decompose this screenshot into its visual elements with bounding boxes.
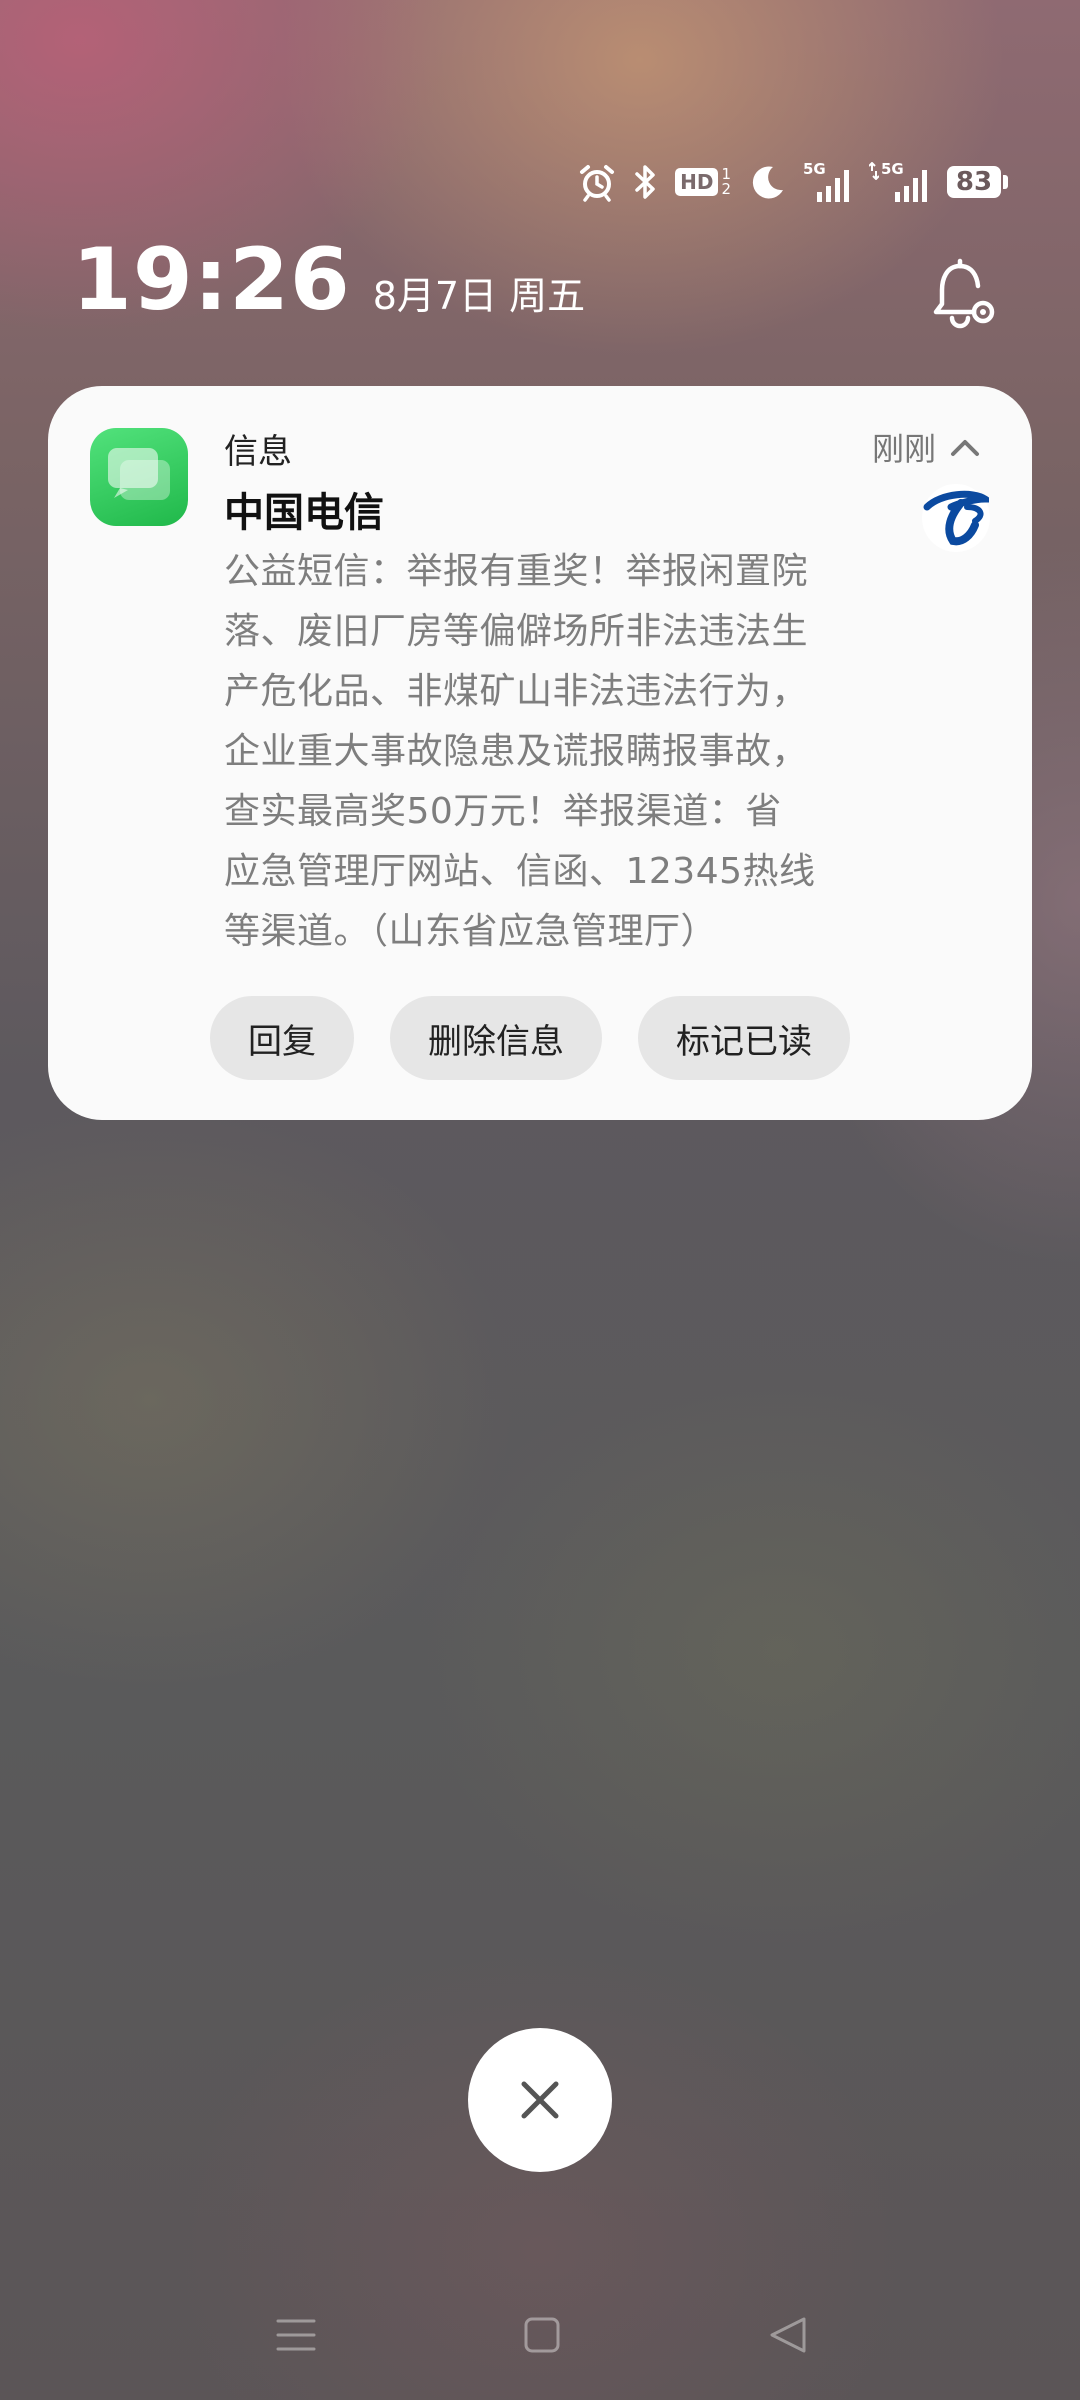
clock-date: 8月7日 周五 [372, 274, 586, 318]
sender-name: 中国电信 [224, 490, 384, 536]
message-line: 等渠道。（山东省应急管理厅） [224, 911, 718, 952]
bell-settings-icon [933, 258, 995, 329]
message-line: 应急管理厅网站、信函、12345热线 [224, 851, 816, 892]
home-button[interactable] [512, 2308, 572, 2362]
menu-lines-icon [276, 2319, 316, 2351]
message-line: 公益短信：举报有重奖！举报闲置院 [224, 551, 809, 592]
notification-settings-button[interactable] [928, 258, 998, 334]
home-square-icon [524, 2317, 560, 2353]
notification-actions: 回复 删除信息 标记已读 [210, 996, 850, 1080]
hd-voice-icon: HD 1 2 [675, 167, 731, 197]
china-telecom-logo-icon [922, 484, 990, 552]
app-name: 信息 [224, 432, 292, 472]
back-button[interactable] [758, 2308, 818, 2362]
signal-5g-icon: 5G [869, 160, 931, 202]
back-triangle-icon [770, 2317, 806, 2353]
lockscreen-clock: 19:26 8月7日 周五 [72, 230, 585, 330]
message-line: 产危化品、非煤矿山非法违法行为， [224, 671, 809, 712]
reply-button[interactable]: 回复 [210, 996, 354, 1080]
delete-message-button[interactable]: 删除信息 [390, 996, 602, 1080]
battery-icon: 83 [947, 166, 1008, 198]
do-not-disturb-moon-icon [747, 162, 787, 202]
clock-time: 19:26 [72, 230, 351, 330]
chevron-up-icon[interactable] [950, 437, 980, 457]
data-arrows-icon [869, 162, 879, 180]
close-icon [521, 2081, 559, 2119]
recent-apps-button[interactable] [266, 2308, 326, 2362]
messages-app-icon [90, 428, 188, 526]
hd-sim-2: 2 [721, 180, 731, 198]
navigation-bar [0, 2300, 1080, 2370]
time-ago-label: 刚刚 [871, 430, 936, 468]
message-line: 落、废旧厂房等偏僻场所非法违法生 [224, 611, 809, 652]
mark-as-read-button[interactable]: 标记已读 [638, 996, 850, 1080]
alarm-icon [577, 162, 617, 202]
message-line: 查实最高奖50万元！举报渠道：省 [224, 791, 782, 832]
hd-label: HD [675, 168, 719, 196]
battery-level: 83 [947, 166, 1001, 198]
clear-notifications-button[interactable] [468, 2028, 612, 2172]
notification-time[interactable]: 刚刚 [872, 424, 980, 470]
notification-card[interactable]: 信息 刚刚 中国电信 公益短信：举报有重奖！举报闲置院 落、废旧厂房等偏僻场所非… [48, 386, 1032, 1120]
message-line: 企业重大事故隐患及谎报瞒报事故， [224, 731, 809, 772]
message-body: 公益短信：举报有重奖！举报闲置院 落、废旧厂房等偏僻场所非法违法生 产危化品、非… [224, 542, 924, 962]
status-bar: HD 1 2 5G 5G 83 [577, 158, 1008, 206]
signal-5g-icon: 5G [803, 160, 853, 202]
bluetooth-icon [633, 162, 659, 202]
